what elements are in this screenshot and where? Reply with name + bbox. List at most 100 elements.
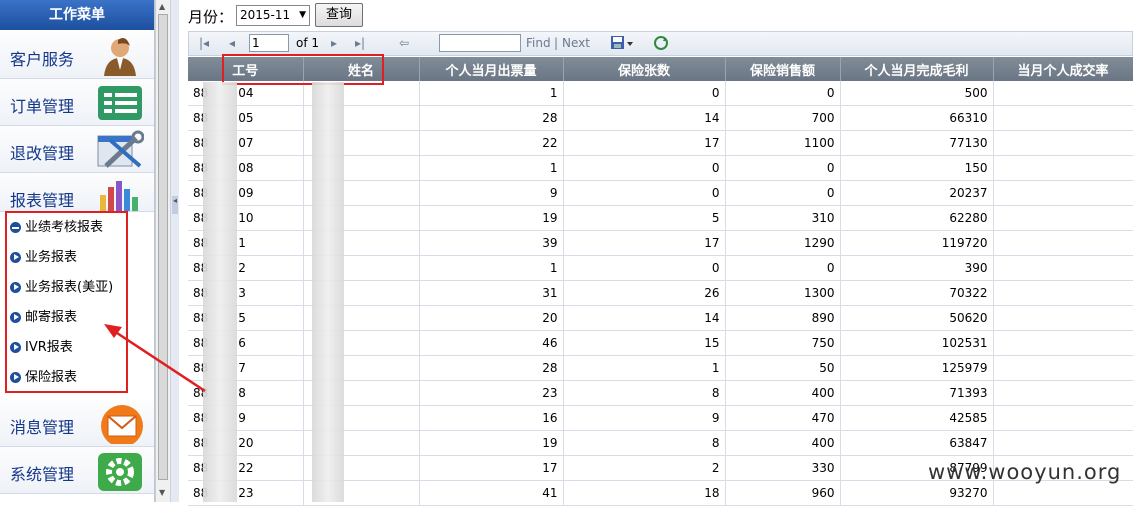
- id-suffix: 07: [238, 136, 254, 150]
- column-header[interactable]: 当月个人成交率: [993, 57, 1133, 81]
- numeric-cell: 0: [725, 81, 841, 106]
- watermark: www.wooyun.org: [928, 460, 1122, 484]
- sidebar-title: 工作菜单: [0, 0, 154, 30]
- column-header[interactable]: 个人当月出票量: [419, 57, 564, 81]
- first-page-icon[interactable]: |◂: [199, 36, 209, 50]
- month-select[interactable]: 2015-11 ▼: [236, 5, 310, 26]
- numeric-cell: 62280: [840, 205, 994, 231]
- next-link[interactable]: Next: [562, 36, 590, 50]
- numeric-cell: 0: [563, 255, 726, 281]
- collapse-arrow-icon[interactable]: ◂: [172, 196, 178, 214]
- tools-icon: [97, 130, 144, 168]
- id-suffix: 6: [238, 336, 246, 350]
- panel-splitter[interactable]: ◂: [170, 0, 179, 502]
- numeric-cell: 63847: [840, 430, 994, 456]
- id-suffix: 04: [238, 86, 254, 100]
- id-suffix: 9: [238, 411, 246, 425]
- id-suffix: 22: [238, 461, 254, 475]
- numeric-cell: 1300: [725, 280, 841, 306]
- scrollbar-thumb[interactable]: [158, 14, 168, 480]
- numeric-cell: 77130: [840, 130, 994, 156]
- numeric-cell: 390: [840, 255, 994, 281]
- numeric-cell: 310: [725, 205, 841, 231]
- numeric-cell: 39: [419, 230, 564, 256]
- numeric-cell: 22: [419, 130, 564, 156]
- numeric-cell: 14: [563, 105, 726, 131]
- next-page-icon[interactable]: ▸: [331, 36, 337, 50]
- conversion-rate-cell: [993, 405, 1133, 431]
- mail-icon: [101, 405, 143, 444]
- numeric-cell: 9: [419, 180, 564, 206]
- numeric-cell: 1: [563, 355, 726, 381]
- menu-label: 客户服务: [10, 50, 75, 69]
- numeric-cell: 1290: [725, 230, 841, 256]
- numeric-cell: 17: [563, 230, 726, 256]
- page-number-input[interactable]: 1: [249, 34, 289, 52]
- column-header[interactable]: 保险张数: [563, 57, 726, 81]
- numeric-cell: 70322: [840, 280, 994, 306]
- conversion-rate-cell: [993, 81, 1133, 106]
- id-suffix: 1: [238, 236, 246, 250]
- menu-label: 系统管理: [10, 465, 75, 484]
- last-page-icon[interactable]: ▸|: [355, 36, 365, 50]
- column-header[interactable]: 个人当月完成毛利: [840, 57, 994, 81]
- numeric-cell: 1: [419, 81, 564, 106]
- menu-message-management[interactable]: 消息管理: [0, 400, 154, 447]
- menu-report-management[interactable]: 报表管理: [0, 173, 154, 212]
- scroll-up-icon[interactable]: ▲: [159, 2, 165, 11]
- numeric-cell: 66310: [840, 105, 994, 131]
- numeric-cell: 15: [563, 330, 726, 356]
- id-suffix: 23: [238, 486, 254, 500]
- bar-chart-icon: [100, 181, 138, 211]
- numeric-cell: 14: [563, 305, 726, 331]
- conversion-rate-cell: [993, 355, 1133, 381]
- numeric-cell: 50620: [840, 305, 994, 331]
- menu-label: 订单管理: [10, 97, 75, 116]
- menu-refund-change-management[interactable]: 退改管理: [0, 126, 154, 173]
- column-header[interactable]: 保险销售额: [725, 57, 841, 81]
- export-save-icon[interactable]: [610, 35, 634, 52]
- numeric-cell: 0: [725, 155, 841, 181]
- numeric-cell: 50: [725, 355, 841, 381]
- numeric-cell: 23: [419, 380, 564, 406]
- menu-system-management[interactable]: 系统管理: [0, 447, 154, 494]
- sidebar-scrollbar[interactable]: ▲ ▼: [155, 0, 170, 502]
- prev-page-icon[interactable]: ◂: [229, 36, 235, 50]
- numeric-cell: 8: [563, 380, 726, 406]
- numeric-cell: 17: [419, 455, 564, 481]
- conversion-rate-cell: [993, 305, 1133, 331]
- id-suffix: 5: [238, 311, 246, 325]
- report-toolbar: |◂ ◂ 1 of 1 ▸ ▸| ⇦ Find | Next: [188, 31, 1133, 56]
- menu-customer-service[interactable]: 客户服务: [0, 32, 154, 79]
- find-input[interactable]: [439, 34, 521, 52]
- back-icon[interactable]: ⇦: [399, 36, 409, 50]
- numeric-cell: 400: [725, 430, 841, 456]
- month-label: 月份：: [188, 8, 234, 26]
- numeric-cell: 16: [419, 405, 564, 431]
- menu-label: 退改管理: [10, 144, 75, 163]
- numeric-cell: 17: [563, 130, 726, 156]
- numeric-cell: 0: [725, 180, 841, 206]
- id-suffix: 10: [238, 211, 254, 225]
- menu-order-management[interactable]: 订单管理: [0, 79, 154, 126]
- sidebar: 工作菜单 客户服务 订单管理 退改管理 报表管理 业绩考核报表 业务报表 业务报…: [0, 0, 155, 502]
- conversion-rate-cell: [993, 430, 1133, 456]
- find-link[interactable]: Find: [526, 36, 551, 50]
- numeric-cell: 19: [419, 205, 564, 231]
- chevron-down-icon: ▼: [299, 10, 306, 20]
- numeric-cell: 42585: [840, 405, 994, 431]
- id-suffix: 08: [238, 161, 254, 175]
- conversion-rate-cell: [993, 130, 1133, 156]
- numeric-cell: 28: [419, 105, 564, 131]
- blur-mask-name: [312, 82, 344, 502]
- page-of-label: of 1: [296, 36, 320, 50]
- numeric-cell: 20237: [840, 180, 994, 206]
- conversion-rate-cell: [993, 380, 1133, 406]
- refresh-icon[interactable]: [653, 35, 669, 51]
- id-suffix: 05: [238, 111, 254, 125]
- numeric-cell: 400: [725, 380, 841, 406]
- query-button[interactable]: 查询: [315, 3, 363, 27]
- id-suffix: 20: [238, 436, 254, 450]
- scroll-down-icon[interactable]: ▼: [159, 488, 165, 497]
- id-suffix: 7: [238, 361, 246, 375]
